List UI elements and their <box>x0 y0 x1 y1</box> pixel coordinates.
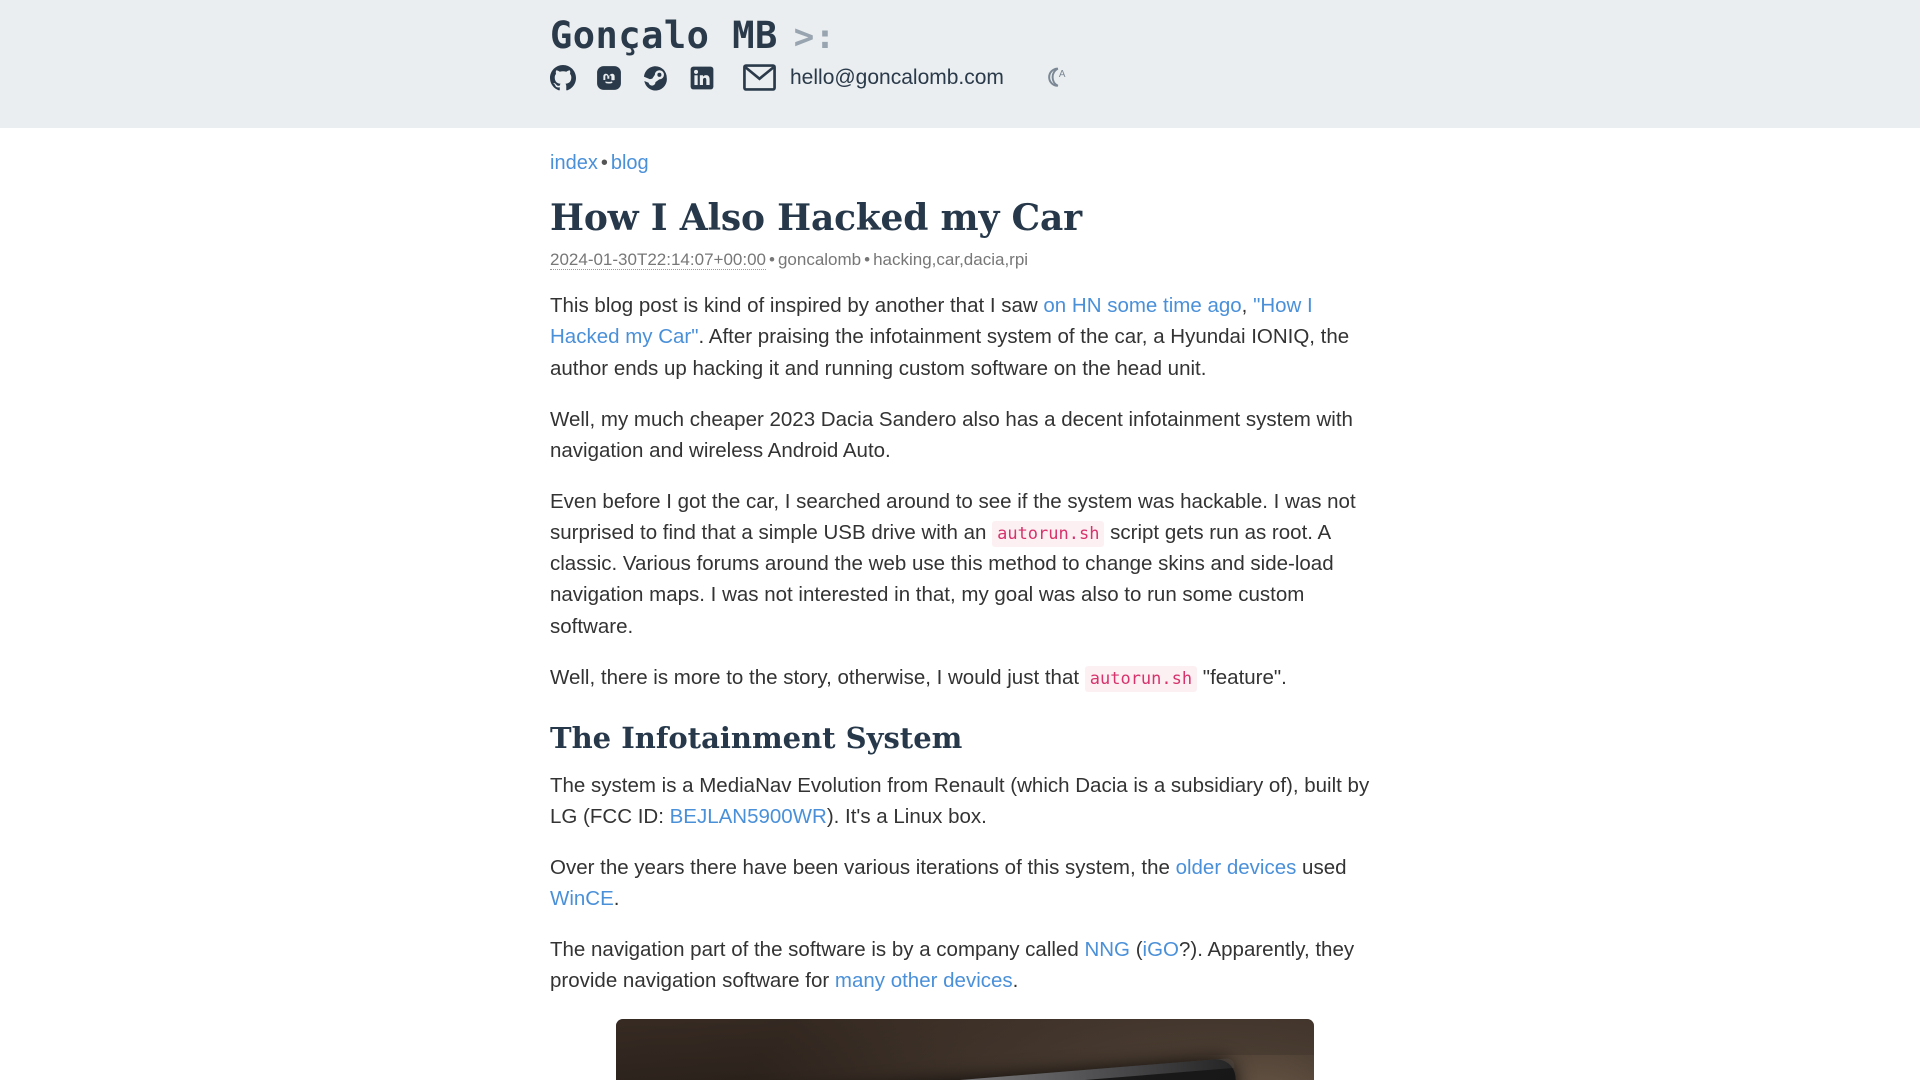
link-older-devices[interactable]: older devices <box>1176 856 1297 879</box>
email-contact[interactable]: hello@goncalomb.com <box>743 64 1004 92</box>
breadcrumb-link-index[interactable]: index <box>550 152 598 174</box>
email-address: hello@goncalomb.com <box>790 65 1004 89</box>
linkedin-icon[interactable] <box>689 65 715 91</box>
text-fragment: Well, there is more to the story, otherw… <box>550 665 1085 689</box>
mastodon-icon[interactable] <box>596 65 622 91</box>
site-title-text: Gonçalo MB <box>550 14 778 57</box>
paragraph-intro: This blog post is kind of inspired by an… <box>550 290 1380 383</box>
paragraph-more-to-story: Well, there is more to the story, otherw… <box>550 662 1380 693</box>
inline-code-autorun: autorun.sh <box>1084 665 1198 692</box>
main-content: index • blog How I Also Hacked my Car 2024… <box>0 128 1920 1080</box>
github-icon[interactable] <box>550 64 576 91</box>
theme-toggle-button[interactable]: A <box>1042 64 1069 91</box>
inline-code-autorun: autorun.sh <box>992 521 1105 548</box>
paragraph-iterations: Over the years there have been various i… <box>550 852 1380 914</box>
meta-separator-2: • <box>864 250 871 270</box>
infotainment-photo[interactable]: 17ºC 15:32 <box>616 1018 1314 1080</box>
link-igo[interactable]: iGO <box>1143 938 1179 961</box>
paragraph-navigation-nng: The navigation part of the software is b… <box>550 934 1380 996</box>
link-wince[interactable]: WinCE <box>550 887 614 910</box>
text-fragment: used <box>1296 856 1347 880</box>
link-many-other-devices[interactable]: many other devices <box>835 969 1013 992</box>
breadcrumb-separator: • <box>600 152 608 174</box>
paragraph-medianav: The system is a MediaNav Evolution from … <box>550 770 1380 832</box>
steam-icon[interactable] <box>642 64 669 91</box>
site-title: Gonçalo MB >: <box>550 14 1920 58</box>
text-fragment: , <box>1241 294 1254 318</box>
meta-separator-1: • <box>769 250 775 270</box>
text-fragment: "feature". <box>1197 665 1287 689</box>
post-image-wrapper: 17ºC 15:32 <box>550 1018 1380 1080</box>
breadcrumb: index • blog <box>550 152 1380 175</box>
post-meta: 2024-01-30T22:14:07+00:00 • goncalomb • hack… <box>550 250 1380 271</box>
breadcrumb-link-blog[interactable]: blog <box>611 152 649 174</box>
section-heading-infotainment: The Infotainment System <box>550 720 963 755</box>
link-nng[interactable]: NNG <box>1084 938 1130 961</box>
text-fragment: ). It's a Linux box. <box>826 804 987 828</box>
paragraph-usb-autorun: Even before I got the car, I searched ar… <box>550 486 1380 642</box>
text-fragment: Over the years there have been various i… <box>550 856 1176 880</box>
svg-text:A: A <box>1059 69 1066 80</box>
post-tags: hacking,car,dacia,rpi <box>873 250 1029 270</box>
header-social-links: hello@goncalomb.com A <box>550 64 1920 92</box>
text-fragment: This blog post is kind of inspired by an… <box>550 294 1044 318</box>
text-fragment: . <box>613 887 620 911</box>
link-fcc-id[interactable]: BEJLAN5900WR <box>670 805 827 828</box>
envelope-icon <box>743 64 776 92</box>
site-header: Gonçalo MB >: hello@goncalomb.com A <box>0 0 1920 128</box>
header-inner: Gonçalo MB >: hello@goncalomb.com A <box>0 14 1920 92</box>
paragraph-sandero: Well, my much cheaper 2023 Dacia Sandero… <box>550 407 1353 462</box>
text-fragment: . <box>1012 969 1019 993</box>
site-title-prompt: >: <box>793 17 836 57</box>
link-hn-some-time-ago[interactable]: on HN some time ago <box>1043 294 1241 317</box>
text-fragment: ( <box>1130 938 1143 962</box>
text-fragment: The navigation part of the software is b… <box>550 938 1085 962</box>
post-author: goncalomb <box>777 250 862 270</box>
page-title: How I Also Hacked my Car <box>550 197 1082 239</box>
post-date: 2024-01-30T22:14:07+00:00 <box>550 250 766 271</box>
